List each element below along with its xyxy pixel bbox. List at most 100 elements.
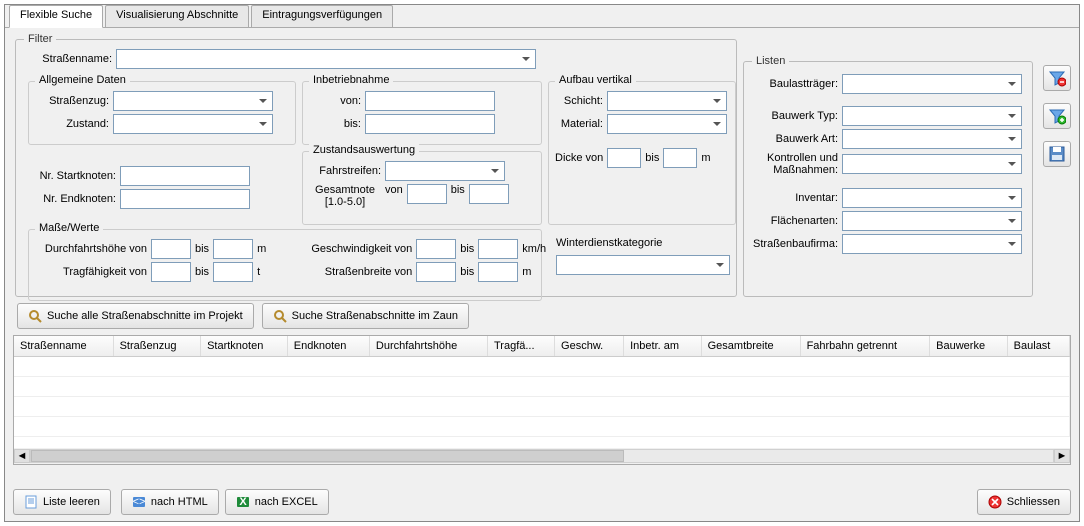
group-masse-title: Maße/Werte bbox=[35, 222, 103, 234]
filter-save-button[interactable] bbox=[1043, 141, 1071, 167]
filter-group: Filter Straßenname: Allgemeine Daten Str… bbox=[15, 33, 737, 297]
inb-bis-label: bis: bbox=[309, 118, 361, 130]
table-row[interactable] bbox=[14, 357, 1070, 377]
bauwerktyp-select[interactable] bbox=[842, 106, 1022, 126]
geschw-bis-input[interactable] bbox=[478, 239, 518, 259]
close-label: Schliessen bbox=[1007, 496, 1060, 508]
inventar-select[interactable] bbox=[842, 188, 1022, 208]
winter-select[interactable] bbox=[556, 255, 730, 275]
fahrstreifen-label: Fahrstreifen: bbox=[309, 165, 381, 177]
material-label: Material: bbox=[555, 118, 603, 130]
column-header[interactable]: Baulast bbox=[1007, 336, 1069, 357]
column-header[interactable]: Gesamtbreite bbox=[701, 336, 800, 357]
tab-flexible-suche[interactable]: Flexible Suche bbox=[9, 5, 103, 28]
search-fence-label: Suche Straßenabschnitte im Zaun bbox=[292, 310, 458, 322]
save-icon bbox=[1049, 146, 1065, 162]
scroll-right-icon[interactable]: ► bbox=[1054, 449, 1070, 463]
durchfahrt-bis-input[interactable] bbox=[213, 239, 253, 259]
schicht-select[interactable] bbox=[607, 91, 727, 111]
group-zustandsauswertung: Zustandsauswertung Fahrstreifen: Gesamtn… bbox=[302, 151, 542, 225]
column-header[interactable]: Durchfahrtshöhe bbox=[369, 336, 487, 357]
zustand-select[interactable] bbox=[113, 114, 273, 134]
trag-von-input[interactable] bbox=[151, 262, 191, 282]
tab-content: Filter Straßenname: Allgemeine Daten Str… bbox=[5, 27, 1079, 521]
result-table[interactable]: StraßennameStraßenzugStartknotenEndknote… bbox=[13, 335, 1071, 465]
close-button[interactable]: Schliessen bbox=[977, 489, 1071, 515]
gn-bis-label: bis bbox=[451, 184, 465, 196]
strbr-bis-input[interactable] bbox=[478, 262, 518, 282]
material-select[interactable] bbox=[607, 114, 727, 134]
search-all-label: Suche alle Straßenabschnitte im Projekt bbox=[47, 310, 243, 322]
export-html-button[interactable]: <> nach HTML bbox=[121, 489, 219, 515]
excel-icon: X bbox=[236, 495, 250, 509]
column-header[interactable]: Startknoten bbox=[201, 336, 288, 357]
gesamtnote-bis-input[interactable] bbox=[469, 184, 509, 204]
dicke-von-input[interactable] bbox=[607, 148, 641, 168]
strbr-label: Straßenbreite von bbox=[296, 266, 412, 278]
scroll-left-icon[interactable]: ◄ bbox=[14, 449, 30, 463]
html-label: nach HTML bbox=[151, 496, 208, 508]
strassenzug-select[interactable] bbox=[113, 91, 273, 111]
column-header[interactable]: Straßenname bbox=[14, 336, 113, 357]
inventar-label: Inventar: bbox=[752, 192, 838, 204]
bauwerkart-select[interactable] bbox=[842, 129, 1022, 149]
kontrollen-select[interactable] bbox=[842, 154, 1022, 174]
schicht-label: Schicht: bbox=[555, 95, 603, 107]
filter-add-button[interactable] bbox=[1043, 103, 1071, 129]
excel-label: nach EXCEL bbox=[255, 496, 318, 508]
column-header[interactable]: Straßenzug bbox=[113, 336, 200, 357]
listen-legend: Listen bbox=[752, 55, 789, 67]
fahrstreifen-select[interactable] bbox=[385, 161, 505, 181]
filter-reset-button[interactable] bbox=[1043, 65, 1071, 91]
html-icon: <> bbox=[132, 495, 146, 509]
clear-list-button[interactable]: Liste leeren bbox=[13, 489, 111, 515]
tab-visualisierung[interactable]: Visualisierung Abschnitte bbox=[105, 5, 249, 27]
nr-start-input[interactable] bbox=[120, 166, 250, 186]
durchfahrt-label: Durchfahrtshöhe von bbox=[35, 243, 147, 255]
search-fence-button[interactable]: Suche Straßenabschnitte im Zaun bbox=[262, 303, 469, 329]
column-header[interactable]: Fahrbahn getrennt bbox=[800, 336, 930, 357]
table-row[interactable] bbox=[14, 417, 1070, 437]
strbaufirma-select[interactable] bbox=[842, 234, 1022, 254]
funnel-red-icon bbox=[1048, 69, 1066, 87]
bauwerkart-label: Bauwerk Art: bbox=[752, 133, 838, 145]
group-allgemeine-daten: Allgemeine Daten Straßenzug: Zustand: bbox=[28, 81, 296, 145]
gesamtnote-von-input[interactable] bbox=[407, 184, 447, 204]
column-header[interactable]: Endknoten bbox=[287, 336, 369, 357]
magnifier-icon bbox=[28, 309, 42, 323]
durchfahrt-von-input[interactable] bbox=[151, 239, 191, 259]
flaechen-label: Flächenarten: bbox=[752, 215, 838, 227]
dicke-unit: m bbox=[701, 152, 710, 164]
close-icon bbox=[988, 495, 1002, 509]
strbr-von-input[interactable] bbox=[416, 262, 456, 282]
column-header[interactable]: Geschw. bbox=[555, 336, 624, 357]
gesamtnote-label: Gesamtnote [1.0-5.0] bbox=[309, 184, 381, 208]
dicke-bis-label: bis bbox=[645, 152, 659, 164]
trag-bis-input[interactable] bbox=[213, 262, 253, 282]
export-excel-button[interactable]: X nach EXCEL bbox=[225, 489, 329, 515]
winter-label: Winterdienstkategorie bbox=[556, 237, 730, 249]
table-row[interactable] bbox=[14, 377, 1070, 397]
inb-von-date[interactable] bbox=[365, 91, 495, 111]
column-header[interactable]: Tragfä... bbox=[487, 336, 554, 357]
nr-end-label: Nr. Endknoten: bbox=[28, 193, 116, 205]
group-aufbau-vertikal: Aufbau vertikal Schicht: Material: Dicke… bbox=[548, 81, 736, 225]
flaechen-select[interactable] bbox=[842, 211, 1022, 231]
h-scrollbar[interactable]: ◄ ► bbox=[14, 448, 1070, 464]
inb-von-label: von: bbox=[309, 95, 361, 107]
strassenname-select[interactable] bbox=[116, 49, 536, 69]
scroll-thumb[interactable] bbox=[31, 450, 624, 462]
kontrollen-label: Kontrollen und Maßnahmen: bbox=[752, 152, 838, 176]
svg-text:<>: <> bbox=[132, 496, 145, 508]
column-header[interactable]: Inbetr. am bbox=[624, 336, 702, 357]
baulast-select[interactable] bbox=[842, 74, 1022, 94]
inb-bis-date[interactable] bbox=[365, 114, 495, 134]
table-row[interactable] bbox=[14, 397, 1070, 417]
search-all-button[interactable]: Suche alle Straßenabschnitte im Projekt bbox=[17, 303, 254, 329]
nr-end-input[interactable] bbox=[120, 189, 250, 209]
geschw-von-input[interactable] bbox=[416, 239, 456, 259]
dicke-bis-input[interactable] bbox=[663, 148, 697, 168]
page-icon bbox=[24, 495, 38, 509]
tab-eintragungen[interactable]: Eintragungsverfügungen bbox=[251, 5, 393, 27]
column-header[interactable]: Bauwerke bbox=[930, 336, 1008, 357]
